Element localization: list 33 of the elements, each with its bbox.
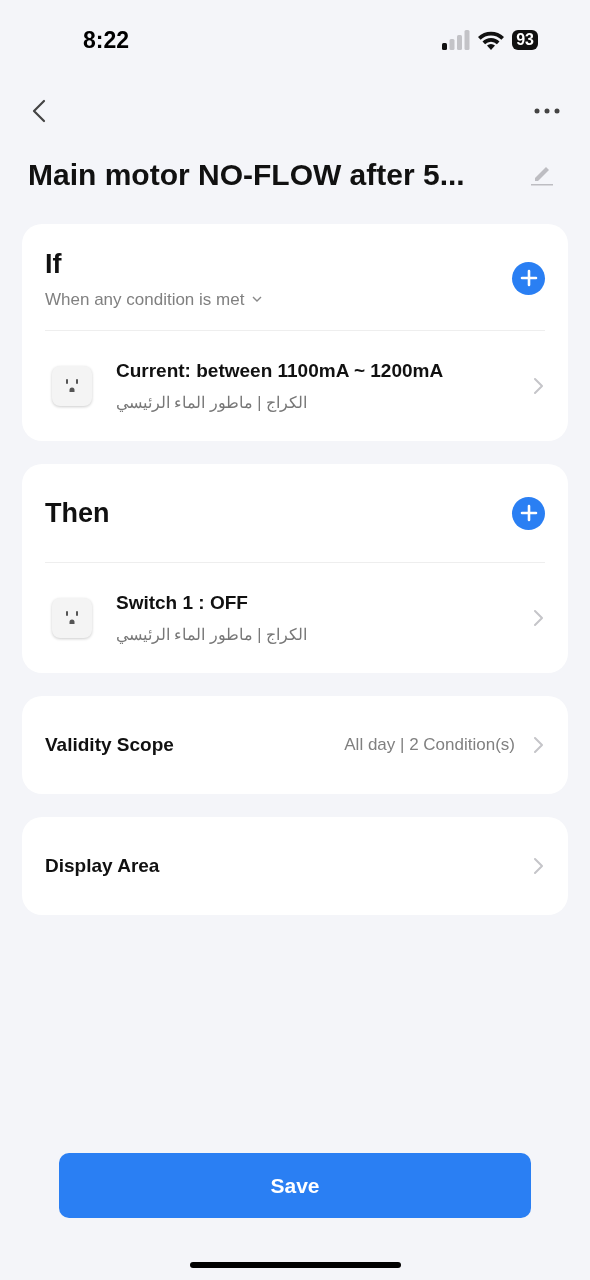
signal-icon: [442, 30, 471, 50]
socket-icon: [52, 598, 92, 638]
settings-row[interactable]: Display Area: [22, 817, 568, 915]
plus-icon: [519, 269, 538, 287]
condition-dropdown[interactable]: When any condition is met: [45, 286, 263, 312]
chevron-right-icon: [533, 609, 543, 627]
row-value: All day | 2 Condition(s): [344, 734, 515, 757]
plus-icon: [519, 504, 538, 522]
chevron-down-icon: [252, 296, 263, 303]
status-time: 8:22: [83, 25, 130, 55]
row-subtitle: الكراج | ماطور الماء الرئيسي: [116, 393, 307, 414]
row-title: Current: between 1100mA ~ 1200mA: [116, 358, 445, 383]
row-label: Validity Scope: [45, 732, 175, 757]
row-label: Display Area: [45, 853, 161, 878]
row-subtitle: الكراج | ماطور الماء الرئيسي: [116, 625, 307, 646]
section-heading: Then: [45, 496, 110, 530]
socket-icon: [52, 366, 92, 406]
back-button[interactable]: [32, 99, 46, 123]
section-heading: If: [45, 248, 63, 281]
chevron-right-icon: [533, 736, 543, 754]
settings-row[interactable]: Validity Scope All day | 2 Condition(s): [22, 696, 568, 794]
add-button[interactable]: [512, 496, 545, 530]
battery-level: 93: [512, 30, 538, 50]
chevron-right-icon: [533, 857, 543, 875]
page-title: Main motor NO-FLOW after 5...: [28, 156, 465, 193]
more-icon: [534, 108, 560, 114]
add-button[interactable]: [512, 261, 545, 295]
more-button[interactable]: [534, 108, 560, 114]
save-button[interactable]: Save: [59, 1153, 531, 1218]
wifi-icon: [478, 30, 505, 50]
chevron-right-icon: [533, 377, 543, 395]
back-icon: [32, 99, 46, 123]
row-title: Switch 1 : OFF: [116, 590, 249, 615]
